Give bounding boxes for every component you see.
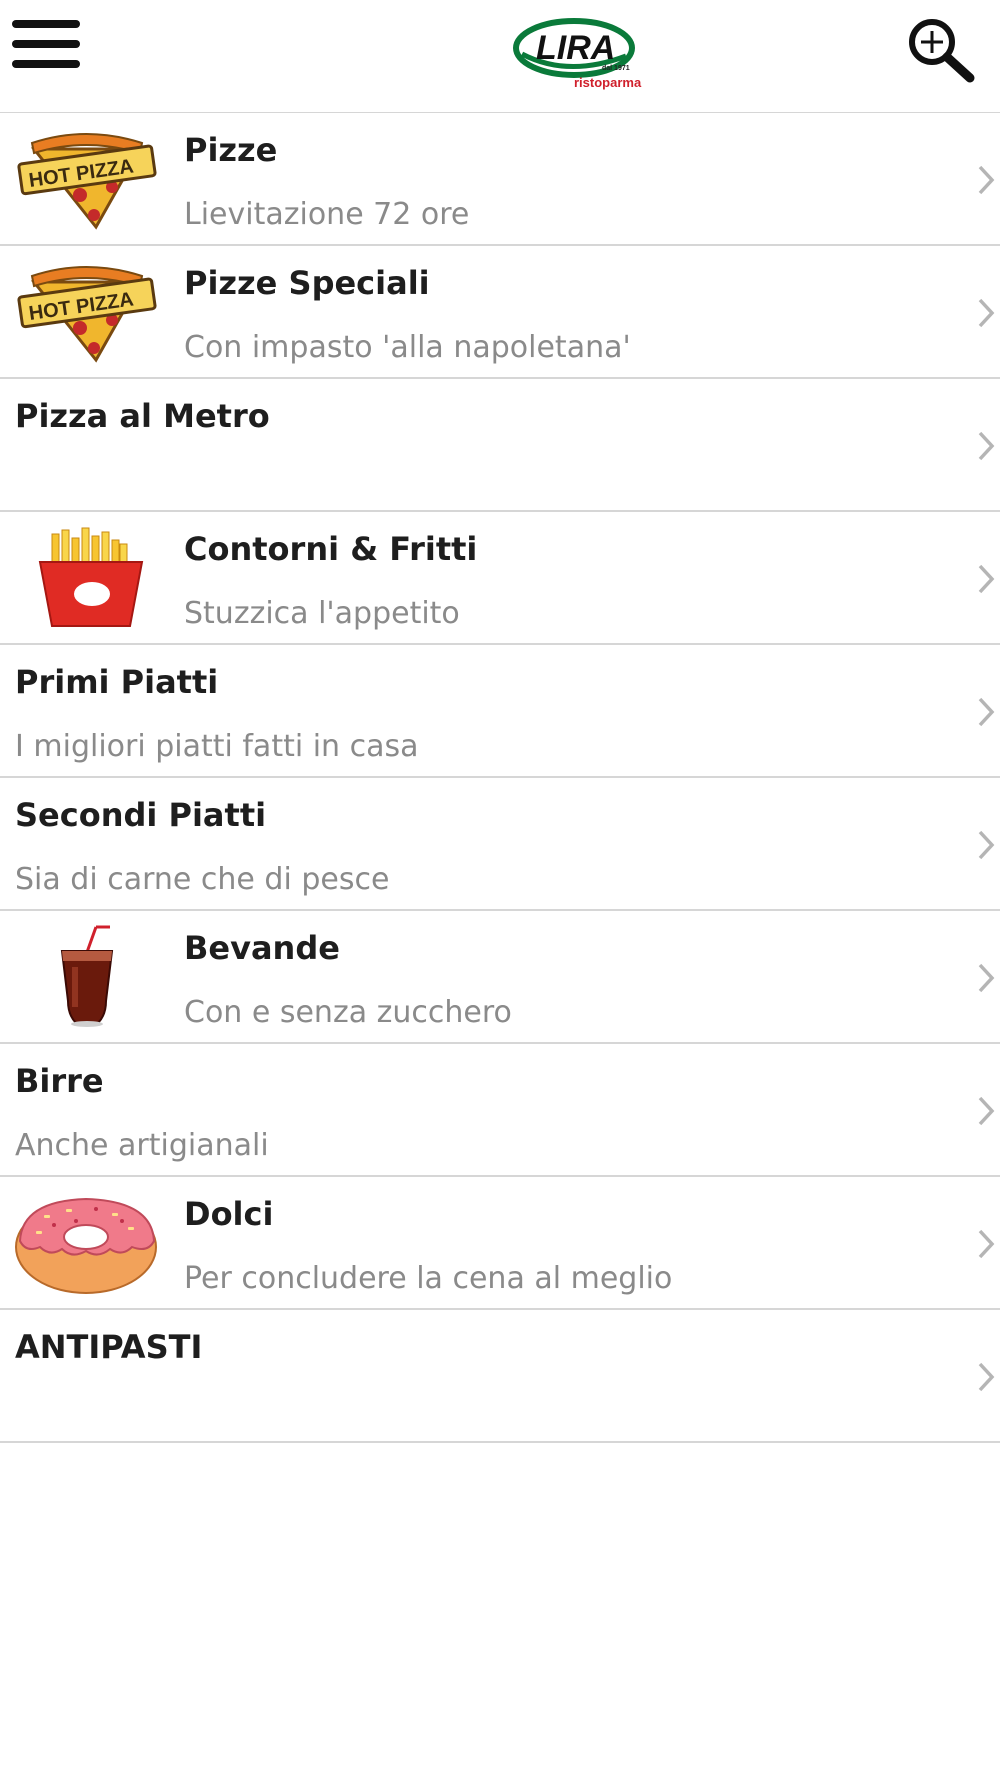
category-subtitle: Con e senza zucchero xyxy=(184,995,512,1030)
category-subtitle: Sia di carne che di pesce xyxy=(15,862,390,897)
category-title: Dolci xyxy=(184,1195,274,1233)
category-row-secondi-piatti[interactable]: Secondi Piatti Sia di carne che di pesce xyxy=(0,778,1000,911)
category-title: Pizza al Metro xyxy=(15,397,270,435)
chevron-right-icon xyxy=(978,298,995,328)
category-subtitle: Lievitazione 72 ore xyxy=(184,197,470,232)
category-title: ANTIPASTI xyxy=(15,1328,203,1366)
category-title: Secondi Piatti xyxy=(15,796,267,834)
chevron-right-icon xyxy=(978,165,995,195)
category-row-pizze[interactable]: HOT PIZZA Pizze Lievitazione 72 ore xyxy=(0,113,1000,246)
category-title: Bevande xyxy=(184,929,340,967)
category-title: Contorni & Fritti xyxy=(184,530,478,568)
category-row-pizza-al-metro[interactable]: Pizza al Metro xyxy=(0,379,1000,512)
category-title: Pizze xyxy=(184,131,278,169)
chevron-right-icon xyxy=(978,431,995,461)
category-title: Pizze Speciali xyxy=(184,264,430,302)
chevron-right-icon xyxy=(978,1229,995,1259)
category-list: HOT PIZZA Pizze Lievitazione 72 ore HOT … xyxy=(0,113,1000,1443)
category-subtitle: Anche artigianali xyxy=(15,1128,269,1163)
category-row-dolci[interactable]: Dolci Per concludere la cena al meglio xyxy=(0,1177,1000,1310)
category-row-bevande[interactable]: Bevande Con e senza zucchero xyxy=(0,911,1000,1044)
chevron-right-icon xyxy=(978,697,995,727)
category-subtitle: Per concludere la cena al meglio xyxy=(184,1261,673,1296)
category-subtitle: Con impasto 'alla napoletana' xyxy=(184,330,631,365)
logo-since-text: dal 1971 xyxy=(602,65,630,72)
logo-text: LIRA xyxy=(536,29,615,67)
chevron-right-icon xyxy=(978,963,995,993)
chevron-right-icon xyxy=(978,564,995,594)
app-header: LIRA dal 1971 ristoparma xyxy=(0,0,1000,114)
hot-pizza-image: HOT PIZZA xyxy=(17,133,157,230)
zoom-in-search-icon[interactable] xyxy=(902,12,980,84)
category-row-primi-piatti[interactable]: Primi Piatti I migliori piatti fatti in … xyxy=(0,645,1000,778)
logo-sub-text: ristoparma xyxy=(574,75,642,90)
category-row-antipasti[interactable]: ANTIPASTI xyxy=(0,1310,1000,1443)
hot-pizza-image: HOT PIZZA xyxy=(17,266,157,363)
french-fries-image xyxy=(38,527,144,627)
chevron-right-icon xyxy=(978,1362,995,1392)
hamburger-menu-icon[interactable] xyxy=(12,18,82,70)
category-row-contorni-fritti[interactable]: Contorni & Fritti Stuzzica l'appetito xyxy=(0,512,1000,645)
category-title: Birre xyxy=(15,1062,104,1100)
donut-image xyxy=(15,1197,157,1294)
category-row-pizze-speciali[interactable]: HOT PIZZA Pizze Speciali Con impasto 'al… xyxy=(0,246,1000,379)
category-row-birre[interactable]: Birre Anche artigianali xyxy=(0,1044,1000,1177)
cola-glass-image xyxy=(60,925,114,1027)
lira-logo: LIRA dal 1971 ristoparma xyxy=(513,18,642,90)
category-title: Primi Piatti xyxy=(15,663,219,701)
category-subtitle: Stuzzica l'appetito xyxy=(184,596,460,631)
chevron-right-icon xyxy=(978,1096,995,1126)
chevron-right-icon xyxy=(978,830,995,860)
category-subtitle: I migliori piatti fatti in casa xyxy=(15,729,419,764)
